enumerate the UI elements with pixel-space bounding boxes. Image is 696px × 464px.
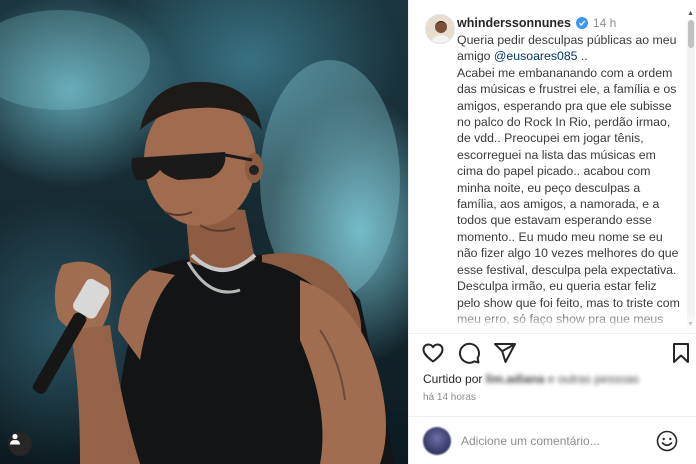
liked-by-line: Curtido por lim.adiana e outras pessoas (423, 372, 639, 386)
post-details-panel: whinderssonnunes 14 h Queria pedir descu… (408, 0, 696, 464)
author-username[interactable]: whinderssonnunes (457, 16, 571, 30)
verified-badge-icon (575, 17, 588, 29)
caption-after-mention: .. (577, 49, 588, 64)
post-age[interactable]: há 14 horas (423, 392, 476, 403)
caption-area[interactable]: whinderssonnunes 14 h Queria pedir descu… (409, 0, 696, 332)
viewer-avatar (423, 427, 451, 455)
singer-illustration (0, 10, 400, 464)
scrollbar-thumb[interactable] (688, 20, 694, 48)
author-line: whinderssonnunes 14 h (457, 14, 683, 32)
caption-mention-link[interactable]: @eusoares085 (494, 49, 578, 63)
caption-text: Queria pedir desculpas públicas ao meu a… (457, 32, 683, 332)
post-photo[interactable] (0, 0, 408, 464)
user-tag-icon[interactable] (8, 432, 32, 456)
comment-bubble-icon[interactable] (457, 341, 481, 365)
caption-block: whinderssonnunes 14 h Queria pedir descu… (457, 14, 683, 332)
divider (409, 333, 696, 334)
bookmark-icon[interactable] (669, 341, 693, 365)
caption-fade (409, 310, 696, 332)
comment-row (409, 417, 696, 464)
heart-icon[interactable] (421, 341, 445, 365)
comment-input[interactable] (461, 431, 651, 451)
paper-plane-icon[interactable] (493, 341, 517, 365)
scroll-up-icon[interactable]: ▲ (687, 10, 694, 17)
caption-scrollbar[interactable] (687, 20, 695, 330)
action-bar (421, 341, 689, 367)
post-time-short: 14 h (592, 16, 617, 30)
smiley-icon[interactable] (655, 429, 679, 453)
caption-body: Acabei me embananando com a ordem das mú… (457, 65, 680, 332)
liked-user-link[interactable]: lim.adiana (486, 372, 545, 386)
liked-suffix[interactable]: e outras pessoas (544, 372, 639, 386)
liked-prefix: Curtido por (423, 372, 486, 386)
author-avatar[interactable] (425, 14, 455, 44)
